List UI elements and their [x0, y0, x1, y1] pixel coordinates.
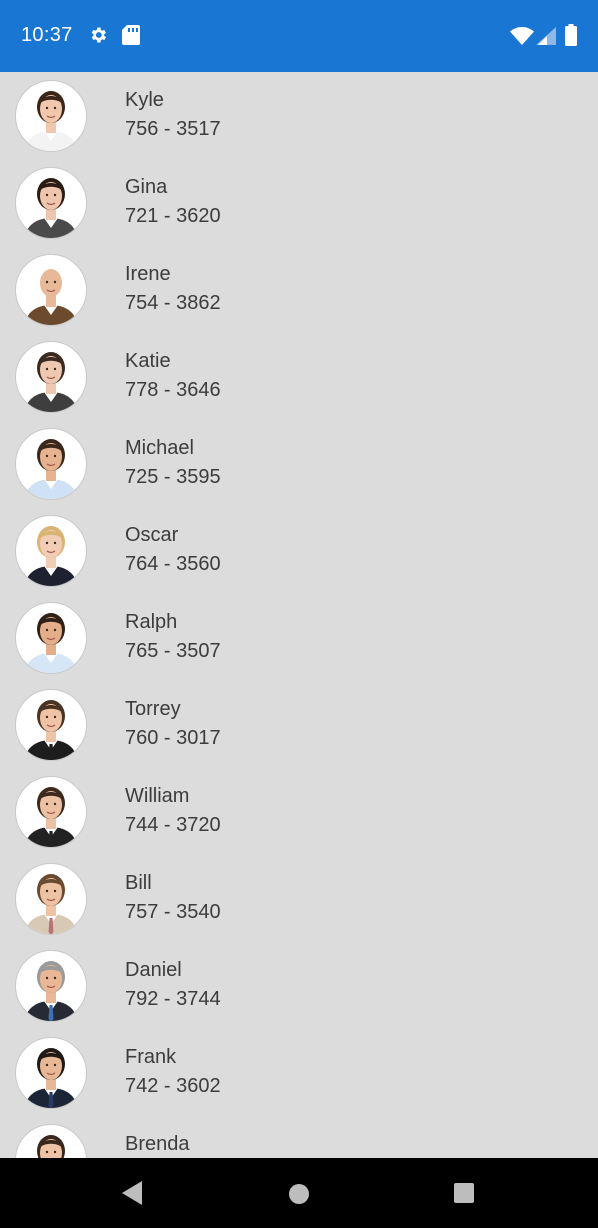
contact-avatar — [15, 341, 87, 413]
contact-row[interactable]: Torrey 760 - 3017 — [0, 681, 598, 768]
person-photo — [24, 526, 78, 586]
contact-row[interactable]: Gina 721 - 3620 — [0, 159, 598, 246]
contact-name: Daniel — [125, 959, 182, 981]
contact-phone: 765 - 3507 — [125, 640, 221, 662]
contact-name: Michael — [125, 437, 194, 459]
contact-row[interactable]: Daniel 792 - 3744 — [0, 942, 598, 1029]
contact-name: William — [125, 785, 190, 807]
sd-card-icon — [122, 25, 140, 50]
contact-row[interactable]: Michael 725 - 3595 — [0, 420, 598, 507]
person-photo — [24, 961, 78, 1021]
contact-avatar — [15, 602, 87, 674]
signal-icon — [536, 27, 556, 50]
contact-avatar — [15, 1037, 87, 1109]
contact-avatar — [15, 689, 87, 761]
person-photo — [24, 613, 78, 673]
contact-name: Frank — [125, 1046, 177, 1068]
contact-name: Katie — [125, 350, 171, 372]
contact-list[interactable]: Kyle 756 - 3517 Gina 721 - 3620 Irene 754 - 3… — [0, 72, 598, 1158]
contact-row[interactable]: Katie 778 - 3646 — [0, 333, 598, 420]
contact-phone: 754 - 3862 — [125, 292, 221, 314]
status-time: 10:37 — [21, 24, 73, 46]
navigation-bar — [0, 1158, 598, 1228]
contact-name: Irene — [125, 263, 171, 285]
contact-phone: 757 - 3540 — [125, 901, 221, 923]
contact-name: Ralph — [125, 611, 178, 633]
contact-row[interactable]: Kyle 756 - 3517 — [0, 72, 598, 159]
contact-name: Torrey — [125, 698, 181, 720]
contact-row[interactable]: Oscar 764 - 3560 — [0, 507, 598, 594]
wifi-icon — [510, 27, 534, 50]
contact-phone: 725 - 3595 — [125, 466, 221, 488]
contact-phone: 760 - 3017 — [125, 727, 221, 749]
person-photo — [24, 874, 78, 934]
recents-icon[interactable] — [453, 1182, 475, 1209]
contact-phone: 764 - 3560 — [125, 553, 221, 575]
contact-row[interactable]: Ralph 765 - 3507 — [0, 594, 598, 681]
battery-icon — [565, 24, 577, 51]
contact-phone: 778 - 3646 — [125, 379, 221, 401]
contact-name: Oscar — [125, 524, 179, 546]
contact-row[interactable]: Brenda — [0, 1116, 598, 1158]
person-photo — [24, 352, 78, 412]
gear-icon — [88, 25, 108, 50]
contact-avatar — [15, 80, 87, 152]
person-photo — [24, 269, 78, 325]
contact-phone: 744 - 3720 — [125, 814, 221, 836]
contact-row[interactable]: Irene 754 - 3862 — [0, 246, 598, 333]
contact-phone: 742 - 3602 — [125, 1075, 221, 1097]
contact-name: Kyle — [125, 89, 164, 111]
contact-avatar — [15, 776, 87, 848]
person-photo — [24, 439, 78, 499]
home-icon[interactable] — [287, 1182, 311, 1211]
person-photo — [24, 91, 78, 151]
contact-row[interactable]: Bill 757 - 3540 — [0, 855, 598, 942]
status-bar: 10:37 — [0, 0, 598, 72]
contact-phone: 721 - 3620 — [125, 205, 221, 227]
person-photo — [24, 178, 78, 238]
contact-name: Bill — [125, 872, 152, 894]
contact-avatar — [15, 254, 87, 326]
person-photo — [24, 1048, 78, 1108]
contact-avatar — [15, 950, 87, 1022]
person-photo — [24, 700, 78, 760]
contact-avatar — [15, 863, 87, 935]
back-icon[interactable] — [120, 1180, 144, 1211]
contact-avatar — [15, 515, 87, 587]
contact-name: Gina — [125, 176, 168, 198]
person-photo — [24, 787, 78, 847]
contact-avatar — [15, 167, 87, 239]
contact-avatar — [15, 428, 87, 500]
contact-phone: 792 - 3744 — [125, 988, 221, 1010]
contact-name: Brenda — [125, 1133, 190, 1155]
contact-avatar — [15, 1124, 87, 1158]
person-photo — [37, 1135, 65, 1158]
contact-row[interactable]: William 744 - 3720 — [0, 768, 598, 855]
contact-phone: 756 - 3517 — [125, 118, 221, 140]
contact-row[interactable]: Frank 742 - 3602 — [0, 1029, 598, 1116]
